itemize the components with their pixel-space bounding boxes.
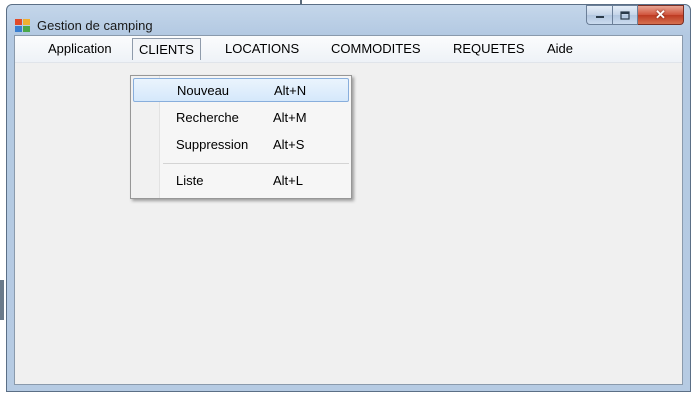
menu-item-shortcut: Alt+S [273, 137, 305, 152]
menu-item-suppression[interactable]: Suppression Alt+S [133, 133, 349, 157]
clients-dropdown-menu: Nouveau Alt+N Recherche Alt+M Suppressio… [130, 75, 352, 199]
menu-item-label: Liste [176, 173, 204, 188]
menu-requetes[interactable]: REQUETES [447, 39, 531, 59]
menu-commodites[interactable]: COMMODITES [325, 39, 427, 59]
menu-item-shortcut: Alt+M [273, 110, 307, 125]
close-icon: ✕ [655, 7, 666, 22]
menu-item-liste[interactable]: Liste Alt+L [133, 169, 349, 193]
menu-item-shortcut: Alt+N [274, 83, 307, 98]
menu-item-label: Suppression [176, 137, 249, 152]
app-grid-icon [15, 19, 30, 32]
menu-item-recherche[interactable]: Recherche Alt+M [133, 106, 349, 130]
close-button[interactable]: ✕ [638, 5, 684, 25]
menu-bar: Application CLIENTS LOCATIONS COMMODITES… [15, 36, 682, 63]
menu-clients[interactable]: CLIENTS [132, 38, 201, 60]
menu-aide[interactable]: Aide [541, 39, 579, 59]
menu-item-shortcut: Alt+L [273, 173, 303, 188]
window-title: Gestion de camping [37, 18, 153, 33]
caption-buttons: ✕ [586, 5, 684, 26]
maximize-button[interactable] [612, 5, 638, 25]
menu-item-nouveau[interactable]: Nouveau Alt+N [133, 78, 349, 102]
menu-locations[interactable]: LOCATIONS [219, 39, 305, 59]
menu-separator [163, 163, 349, 164]
minimize-button[interactable] [586, 5, 612, 25]
menu-application[interactable]: Application [42, 39, 118, 59]
menu-item-label: Recherche [176, 110, 239, 125]
desktop-fragment [0, 280, 4, 320]
minimize-icon [595, 16, 604, 18]
maximize-icon [620, 10, 630, 20]
menu-item-label: Nouveau [177, 83, 230, 98]
